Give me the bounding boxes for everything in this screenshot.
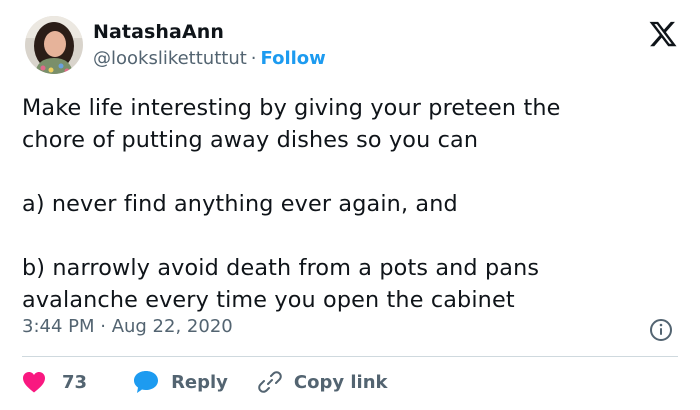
reply-button[interactable]: Reply [133, 370, 228, 394]
copy-link-label: Copy link [293, 371, 388, 393]
divider [22, 356, 678, 357]
speech-bubble-icon [134, 371, 159, 393]
link-icon [258, 371, 282, 393]
tweet-timestamp[interactable]: 3:44 PM · Aug 22, 2020 [22, 316, 233, 337]
x-logo-icon[interactable] [648, 19, 678, 49]
tweet-text: Make life interesting by giving your pre… [22, 95, 561, 313]
author-display-name[interactable]: NatashaAnn [93, 21, 224, 43]
heart-icon [23, 372, 45, 393]
copy-link-button[interactable]: Copy link [258, 370, 388, 394]
separator-dot: · [250, 48, 257, 69]
reply-label: Reply [171, 371, 228, 393]
info-icon[interactable] [649, 318, 673, 342]
tweet-actions: 73 Reply Copy link [22, 367, 418, 397]
author-handle-row: @lookslikettuttut · Follow [93, 48, 326, 69]
like-button[interactable]: 73 [22, 371, 87, 393]
author-handle[interactable]: @lookslikettuttut [93, 48, 247, 69]
follow-button[interactable]: Follow [261, 48, 326, 69]
like-count: 73 [62, 371, 88, 393]
tweet-card: NatashaAnn @lookslikettuttut · Follow Make… [0, 0, 700, 410]
avatar[interactable] [25, 16, 83, 74]
